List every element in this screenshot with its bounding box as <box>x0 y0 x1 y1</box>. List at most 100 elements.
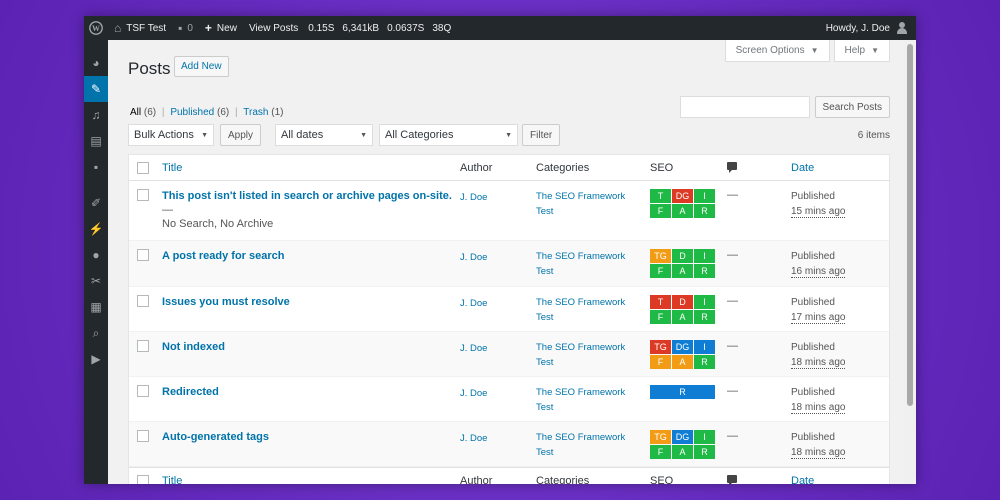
select-all-checkbox[interactable] <box>137 475 149 484</box>
plus-icon: + <box>204 21 212 35</box>
category-link[interactable]: Test <box>536 310 625 325</box>
page-title: Posts <box>128 59 171 78</box>
wordpress-logo-icon[interactable]: W <box>84 16 108 40</box>
row-checkbox[interactable] <box>137 295 149 307</box>
category-link[interactable]: The SEO Framework <box>536 189 625 204</box>
play-icon[interactable]: ▶ <box>84 346 108 372</box>
post-title-link[interactable]: Redirected <box>162 386 219 398</box>
category-link[interactable]: The SEO Framework <box>536 385 625 400</box>
seo-indicator-grid: TG DG I F A R <box>650 340 715 369</box>
category-link[interactable]: Test <box>536 445 625 460</box>
help-button[interactable]: Help ▼ <box>833 40 890 62</box>
category-link[interactable]: Test <box>536 355 625 370</box>
filter-button[interactable]: Filter <box>522 124 561 146</box>
categories-select[interactable]: All Categories ▼ <box>379 124 519 146</box>
category-link[interactable]: The SEO Framework <box>536 340 625 355</box>
scrollbar-thumb[interactable] <box>907 44 913 406</box>
post-author-link[interactable]: J. Doe <box>460 250 487 265</box>
appearance-icon[interactable]: ✐ <box>84 190 108 216</box>
post-title-link[interactable]: Auto-generated tags <box>162 431 269 443</box>
table-footer-row: Title Author Categories SEO Date <box>129 467 889 484</box>
dashboard-icon[interactable]: ◕ <box>84 50 108 76</box>
seo-indicator-cell: R <box>694 445 715 459</box>
bulk-actions-select[interactable]: Bulk Actions ▼ <box>128 124 214 146</box>
category-link[interactable]: The SEO Framework <box>536 430 625 445</box>
post-title-cell: Auto-generated tags <box>162 430 452 444</box>
filter-all-link[interactable]: All (6) <box>130 107 156 118</box>
filter-published-link[interactable]: Published (6) <box>170 107 229 118</box>
post-seo-cell: TG D I F A R <box>650 249 715 278</box>
post-seo-cell: T DG I F A R <box>650 189 715 218</box>
category-link[interactable]: The SEO Framework <box>536 249 625 264</box>
post-title-link[interactable]: This post isn't listed in search or arch… <box>162 190 452 202</box>
view-posts-link[interactable]: View Posts <box>243 16 304 40</box>
row-checkbox[interactable] <box>137 249 149 261</box>
select-all-checkbox[interactable] <box>137 162 149 174</box>
settings-icon[interactable]: ▦ <box>84 294 108 320</box>
post-author-label: J. Doe <box>460 298 488 309</box>
comment-icon <box>727 162 737 173</box>
site-name-link[interactable]: ⌂ TSF Test <box>108 16 172 40</box>
column-header-categories: Categories <box>536 475 590 484</box>
post-date-ago: 16 mins ago <box>791 266 846 278</box>
screen-options-button[interactable]: Screen Options ▼ <box>724 40 830 62</box>
column-header-title[interactable]: Title <box>162 162 182 174</box>
dates-select[interactable]: All dates ▼ <box>275 124 374 146</box>
post-seo-cell: TDI FAR <box>650 295 715 324</box>
column-header-date[interactable]: Date <box>791 162 814 174</box>
comments-icon[interactable]: ▪ <box>84 154 108 180</box>
post-author-link[interactable]: J. Doe <box>460 190 487 205</box>
search-posts-button[interactable]: Search Posts <box>814 96 890 118</box>
users-icon[interactable]: ● <box>84 242 108 268</box>
category-link[interactable]: Test <box>536 400 625 415</box>
filter-trash-link[interactable]: Trash (1) <box>243 107 283 118</box>
posts-pin-icon[interactable]: ✎ <box>84 76 108 102</box>
column-header-categories: Categories <box>536 162 590 174</box>
column-title-label: Title <box>162 162 183 174</box>
post-date-ago: 17 mins ago <box>791 312 846 324</box>
account-menu[interactable]: Howdy, J. Doe <box>820 16 916 40</box>
comments-dash: — <box>727 430 738 442</box>
category-link[interactable]: Test <box>536 264 625 279</box>
post-title-link[interactable]: Not indexed <box>162 341 225 353</box>
row-checkbox[interactable] <box>137 340 149 352</box>
category-link[interactable]: Test <box>536 204 625 219</box>
media-icon[interactable]: ♫ <box>84 102 108 128</box>
post-title-link[interactable]: Issues you must resolve <box>162 296 290 308</box>
apply-button[interactable]: Apply <box>220 124 262 146</box>
comments-link[interactable]: ▪ 0 <box>172 16 199 40</box>
post-author-link[interactable]: J. Doe <box>460 431 487 446</box>
add-new-button[interactable]: Add New <box>174 56 229 77</box>
comments-dash: — <box>727 249 738 261</box>
items-count: 6 items <box>857 129 890 141</box>
tools-icon[interactable]: ✂ <box>84 268 108 294</box>
table-row: A post ready for search J. Doe The SEO Fra… <box>129 241 889 287</box>
new-label: New <box>216 22 237 34</box>
bulk-actions-value: Bulk Actions <box>134 129 194 141</box>
plugins-icon[interactable]: ⚡ <box>84 216 108 242</box>
post-author-link[interactable]: J. Doe <box>460 296 487 311</box>
row-checkbox[interactable] <box>137 385 149 397</box>
row-checkbox[interactable] <box>137 189 149 201</box>
browser-window: W ⌂ TSF Test ▪ 0 + New View Posts 0.15S … <box>84 16 916 484</box>
select-arrow-icon: ▼ <box>360 131 368 139</box>
page-scrollbar[interactable] <box>904 40 916 484</box>
column-header-title[interactable]: Title <box>162 475 182 484</box>
seo-indicator-cell: A <box>672 445 693 459</box>
table-row: Issues you must resolve J. Doe The SEO Fra… <box>129 287 889 332</box>
pages-icon[interactable]: ▤ <box>84 128 108 154</box>
search-input[interactable] <box>679 96 810 118</box>
seo-search-icon[interactable]: ⌕ <box>84 320 108 346</box>
post-author-link[interactable]: J. Doe <box>460 341 487 356</box>
row-checkbox[interactable] <box>137 430 149 442</box>
post-categories-cell: The SEO Framework Test <box>536 189 625 219</box>
new-content-link[interactable]: + New <box>199 16 243 40</box>
post-title-link[interactable]: A post ready for search <box>162 250 284 262</box>
post-author-link[interactable]: J. Doe <box>460 386 487 401</box>
column-header-date[interactable]: Date <box>791 475 814 484</box>
stat-memory: 6,341kB <box>342 22 380 34</box>
caret-down-icon: ▼ <box>871 46 879 55</box>
categories-value: All Categories <box>385 129 454 141</box>
post-date-ago: 18 mins ago <box>791 402 846 414</box>
category-link[interactable]: The SEO Framework <box>536 295 625 310</box>
